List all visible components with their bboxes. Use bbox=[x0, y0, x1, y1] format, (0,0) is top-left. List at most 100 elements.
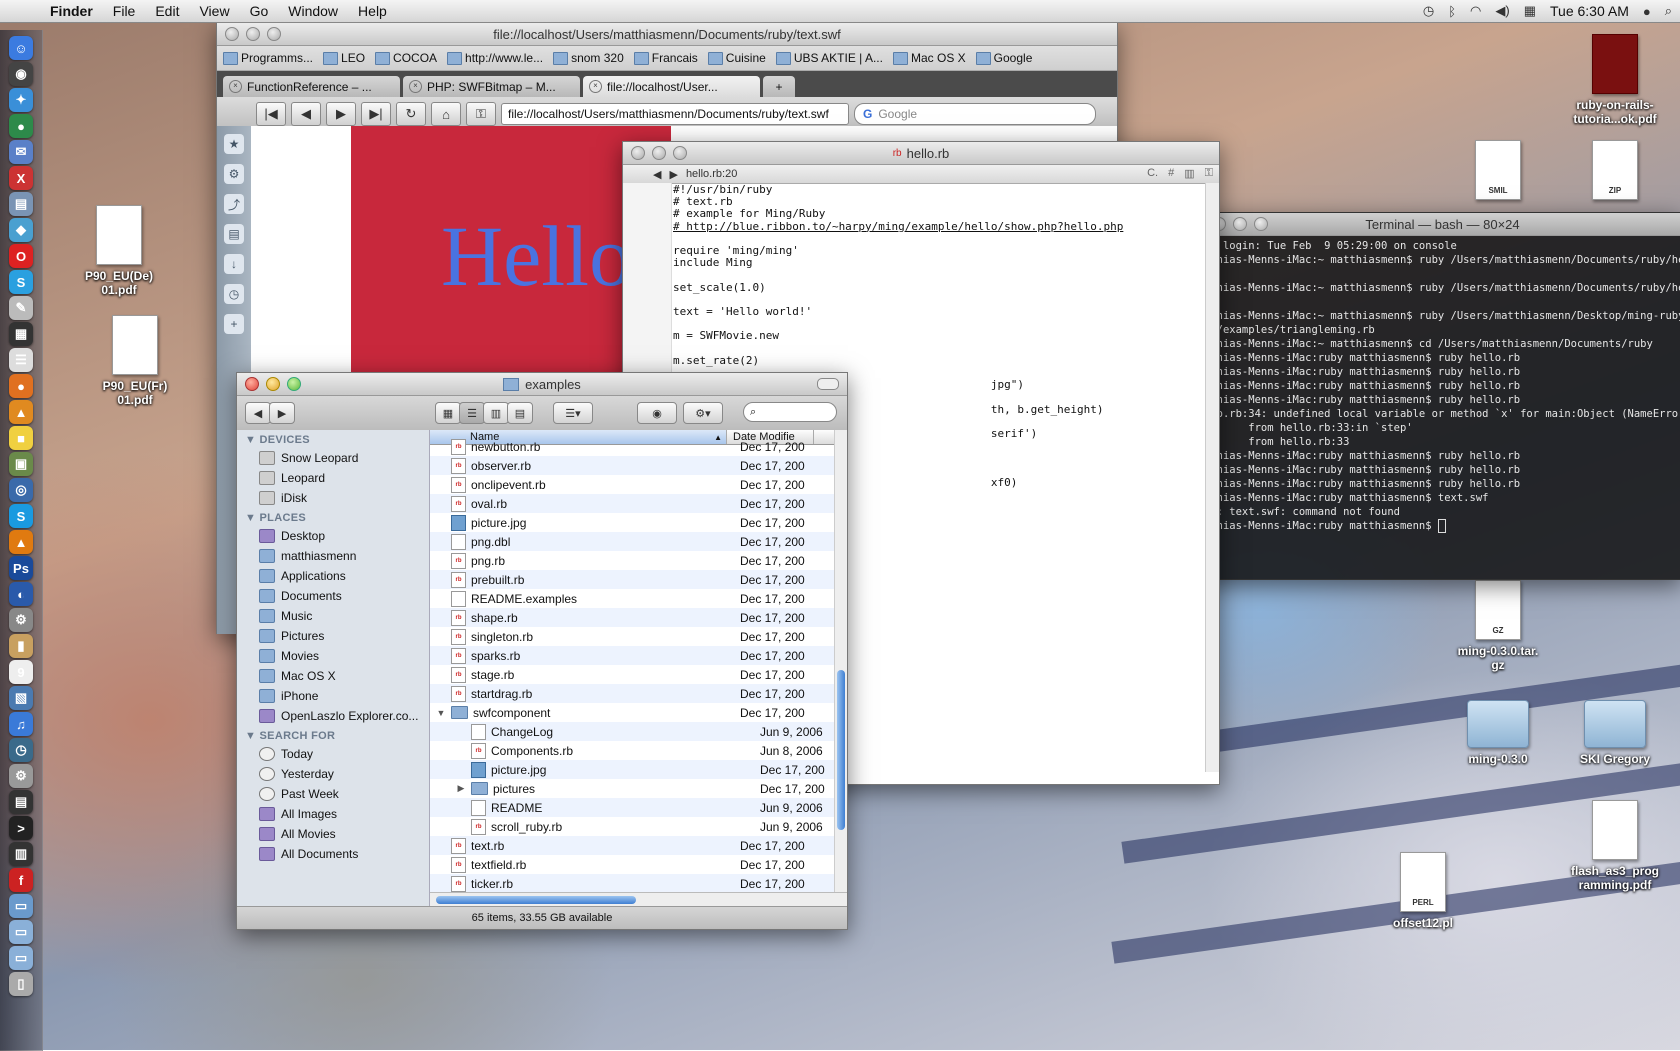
close-tab-icon[interactable]: × bbox=[409, 80, 422, 93]
flash-icon[interactable]: f bbox=[9, 868, 33, 892]
terminal-title-bar[interactable]: Terminal — bash — 80×24 bbox=[1204, 213, 1680, 236]
bookmark-item[interactable]: LEO bbox=[323, 51, 365, 65]
opera-icon[interactable]: O bbox=[9, 244, 33, 268]
table-row[interactable]: rb onclipevent.rb Dec 17, 200 bbox=[430, 475, 847, 494]
table-row[interactable]: rb scroll_ruby.rb Jun 9, 2006 bbox=[430, 817, 847, 836]
table-row[interactable]: rb Components.rb Jun 8, 2006 bbox=[430, 741, 847, 760]
tab-text-swf[interactable]: × file://localhost/User... bbox=[583, 76, 760, 97]
sidebar-item[interactable]: iDisk bbox=[237, 488, 429, 508]
sidebar-item[interactable]: Documents bbox=[237, 586, 429, 606]
download-icon[interactable]: ↓ bbox=[224, 254, 244, 274]
bookmark-item[interactable]: Google bbox=[975, 51, 1032, 65]
sidebar-item[interactable]: All Images bbox=[237, 804, 429, 824]
spotlight-icon[interactable]: ⌕ bbox=[1665, 3, 1672, 19]
arrange-button[interactable]: ☰▾ bbox=[553, 402, 593, 424]
table-row[interactable]: picture.jpg Dec 17, 200 bbox=[430, 760, 847, 779]
desktop-file-offset12[interactable]: PERL offset12.pl bbox=[1368, 852, 1478, 930]
toolbar-toggle-button[interactable] bbox=[817, 378, 839, 390]
table-row[interactable]: rb newbutton.rb Dec 17, 200 bbox=[430, 437, 847, 456]
close-icon[interactable] bbox=[631, 146, 645, 160]
preview-icon[interactable]: ▤ bbox=[9, 192, 33, 216]
downloads-stack-icon[interactable]: ▭ bbox=[9, 946, 33, 970]
sidebar-item[interactable]: All Movies bbox=[237, 824, 429, 844]
table-row[interactable]: rb startdrag.rb Dec 17, 200 bbox=[430, 684, 847, 703]
zoom-icon[interactable] bbox=[267, 27, 281, 41]
sidebar-item[interactable]: Applications bbox=[237, 566, 429, 586]
bookmark-star-icon[interactable]: ★ bbox=[224, 134, 244, 154]
photoshop-icon[interactable]: Ps bbox=[9, 556, 33, 580]
column-view-button[interactable]: ▥ bbox=[483, 402, 509, 424]
sidebar-item[interactable]: Pictures bbox=[237, 626, 429, 646]
table-row[interactable]: ChangeLog Jun 9, 2006 bbox=[430, 722, 847, 741]
preferences-icon[interactable]: ⚙ bbox=[9, 608, 33, 632]
zoom-icon[interactable] bbox=[1254, 217, 1268, 231]
list-view-button[interactable]: ☰ bbox=[459, 402, 485, 424]
safari-icon[interactable]: ✦ bbox=[9, 88, 33, 112]
settings-gear-icon[interactable]: ⚙ bbox=[224, 164, 244, 184]
cube-icon[interactable]: ◆ bbox=[9, 218, 33, 242]
scroll-thumb[interactable] bbox=[837, 670, 845, 830]
sidebar-item[interactable]: Leopard bbox=[237, 468, 429, 488]
menu-edit[interactable]: Edit bbox=[145, 3, 189, 19]
new-tab-button[interactable]: + bbox=[763, 76, 795, 97]
menu-app-finder[interactable]: Finder bbox=[40, 3, 103, 19]
vertical-scrollbar[interactable] bbox=[834, 430, 847, 893]
bookmark-item[interactable]: Programms... bbox=[223, 51, 313, 65]
file-location-popup[interactable]: hello.rb:20 bbox=[686, 168, 737, 180]
back-arrow-icon[interactable]: ◀ bbox=[653, 168, 661, 181]
sidebar-section-header[interactable]: ▼ PLACES bbox=[237, 508, 429, 526]
wifi-icon[interactable]: ◠ bbox=[1470, 3, 1481, 19]
notes-icon[interactable]: ☰ bbox=[9, 348, 33, 372]
menu-view[interactable]: View bbox=[189, 3, 239, 19]
search-field[interactable]: ⌕ bbox=[743, 402, 837, 422]
firefox-icon[interactable]: ● bbox=[9, 374, 33, 398]
reload-button[interactable]: ↻ bbox=[396, 102, 426, 126]
sidebar-item[interactable]: Past Week bbox=[237, 784, 429, 804]
function-menu-icon[interactable]: C. bbox=[1147, 167, 1158, 180]
first-button[interactable]: |◀ bbox=[256, 102, 286, 126]
marker-menu-icon[interactable]: # bbox=[1168, 167, 1174, 180]
dashboard-icon[interactable]: ◉ bbox=[9, 62, 33, 86]
table-row[interactable]: ▶ pictures Dec 17, 200 bbox=[430, 779, 847, 798]
desktop-folder-ski-gregory[interactable]: SKI Gregory bbox=[1560, 700, 1670, 766]
table-row[interactable]: rb stage.rb Dec 17, 200 bbox=[430, 665, 847, 684]
desktop-file-p90-de[interactable]: P90_EU(De) 01.pdf bbox=[64, 205, 174, 297]
close-tab-icon[interactable]: × bbox=[229, 80, 242, 93]
sidebar-item[interactable]: Movies bbox=[237, 646, 429, 666]
tab-function-reference[interactable]: × FunctionReference – ... bbox=[223, 76, 400, 97]
table-row[interactable]: rb observer.rb Dec 17, 200 bbox=[430, 456, 847, 475]
desktop-file-p90-fr[interactable]: P90_EU(Fr) 01.pdf bbox=[80, 315, 190, 407]
finder-title-bar[interactable]: examples bbox=[237, 373, 847, 396]
share-icon[interactable]: ⤴ bbox=[224, 194, 244, 214]
x11-icon[interactable]: X bbox=[9, 166, 33, 190]
firefox-title-bar[interactable]: file://localhost/Users/matthiasmenn/Docu… bbox=[217, 23, 1117, 46]
editor-scrollbar[interactable] bbox=[1205, 183, 1219, 772]
sidebar-section-header[interactable]: ▼ SEARCH FOR bbox=[237, 726, 429, 744]
horizontal-scrollbar[interactable] bbox=[430, 892, 847, 907]
zoom-icon[interactable] bbox=[287, 377, 301, 391]
zoom-icon[interactable] bbox=[673, 146, 687, 160]
table-row[interactable]: rb png.rb Dec 17, 200 bbox=[430, 551, 847, 570]
desktop-file-smil[interactable]: SMIL bbox=[1443, 140, 1553, 200]
bookmark-item[interactable]: Cuisine bbox=[707, 51, 766, 65]
activity-icon[interactable]: ▦ bbox=[9, 322, 33, 346]
folder-icon[interactable]: ▭ bbox=[9, 894, 33, 918]
minimize-icon[interactable] bbox=[1233, 217, 1247, 231]
sidebar-section-header[interactable]: ▼ DEVICES bbox=[237, 430, 429, 448]
user-icon[interactable]: ● bbox=[1643, 4, 1651, 19]
utility-icon[interactable]: ⚙ bbox=[9, 764, 33, 788]
desktop-file-zip[interactable]: ZIP bbox=[1560, 140, 1670, 200]
forward-button[interactable]: ▶ bbox=[326, 102, 356, 126]
desktop-file-ming-tar-gz[interactable]: GZ ming-0.3.0.tar. gz bbox=[1443, 580, 1553, 672]
terminal-icon[interactable]: > bbox=[9, 816, 33, 840]
table-row[interactable]: png.dbl Dec 17, 200 bbox=[430, 532, 847, 551]
timemachine-icon[interactable]: ◷ bbox=[9, 738, 33, 762]
close-icon[interactable] bbox=[245, 377, 259, 391]
table-row[interactable]: README.examples Dec 17, 200 bbox=[430, 589, 847, 608]
sidebar-item[interactable]: Snow Leopard bbox=[237, 448, 429, 468]
table-row[interactable]: rb singleton.rb Dec 17, 200 bbox=[430, 627, 847, 646]
back-button[interactable]: ◀ bbox=[245, 402, 271, 424]
sidebar-item[interactable]: Mac OS X bbox=[237, 666, 429, 686]
menu-clock[interactable]: Tue 6:30 AM bbox=[1550, 3, 1629, 19]
bookmark-item[interactable]: COCOA bbox=[375, 51, 437, 65]
